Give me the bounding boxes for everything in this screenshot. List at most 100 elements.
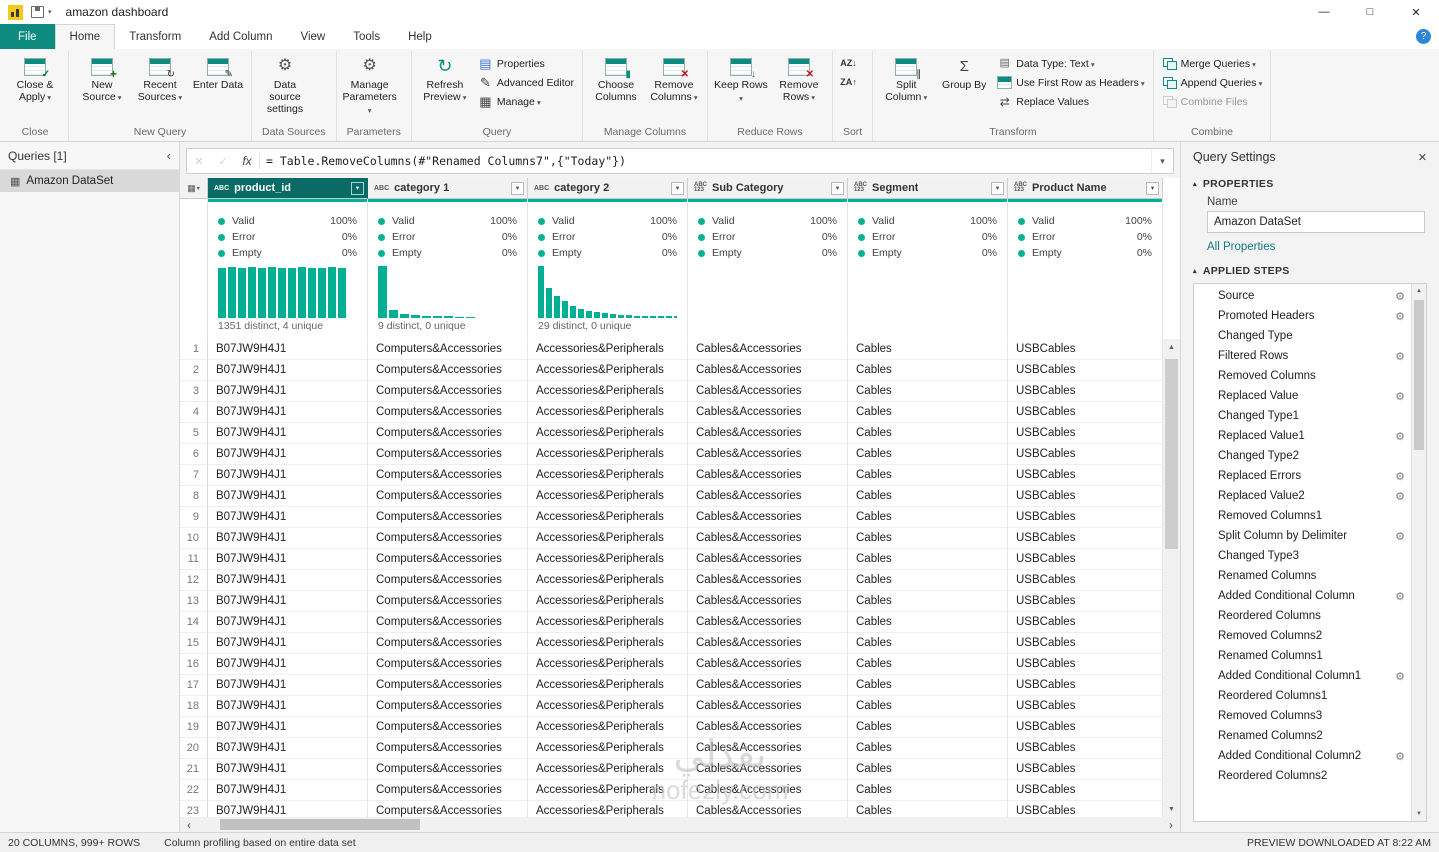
ribbon-button-choose-columns[interactable]: Choose Columns bbox=[587, 52, 645, 103]
table-cell[interactable]: Computers&Accessories bbox=[368, 465, 528, 486]
row-number[interactable]: 7 bbox=[180, 465, 208, 486]
table-cell[interactable]: USBCables bbox=[1008, 465, 1163, 486]
table-cell[interactable]: Cables&Accessories bbox=[688, 465, 848, 486]
vertical-scroll-thumb[interactable] bbox=[1165, 359, 1178, 549]
cancel-formula-button[interactable]: ✕ bbox=[187, 149, 211, 173]
table-cell[interactable]: Cables bbox=[848, 675, 1008, 696]
row-number[interactable]: 23 bbox=[180, 801, 208, 817]
tab-help[interactable]: Help bbox=[394, 24, 446, 49]
table-cell[interactable]: Computers&Accessories bbox=[368, 780, 528, 801]
table-cell[interactable]: Cables&Accessories bbox=[688, 360, 848, 381]
table-cell[interactable]: USBCables bbox=[1008, 675, 1163, 696]
formula-input[interactable]: = Table.RemoveColumns(#"Renamed Columns7… bbox=[266, 154, 1151, 168]
table-cell[interactable]: USBCables bbox=[1008, 486, 1163, 507]
table-cell[interactable]: Cables bbox=[848, 633, 1008, 654]
table-cell[interactable]: Computers&Accessories bbox=[368, 528, 528, 549]
table-cell[interactable]: Cables&Accessories bbox=[688, 780, 848, 801]
step-settings-gear-icon[interactable]: ⚙ bbox=[1395, 590, 1405, 603]
table-cell[interactable]: Cables&Accessories bbox=[688, 612, 848, 633]
scroll-up-button[interactable]: ▲ bbox=[1163, 339, 1180, 355]
row-number[interactable]: 17 bbox=[180, 675, 208, 696]
ribbon-button-advanced-editor[interactable]: Advanced Editor bbox=[474, 73, 578, 92]
table-cell[interactable]: USBCables bbox=[1008, 381, 1163, 402]
table-cell[interactable]: Cables&Accessories bbox=[688, 654, 848, 675]
filter-dropdown-button[interactable]: ▾ bbox=[991, 182, 1004, 195]
tab-file[interactable]: File bbox=[0, 24, 55, 49]
ribbon-button-use-first-row-as-headers[interactable]: Use First Row as Headers ▾ bbox=[993, 73, 1148, 92]
table-cell[interactable]: Computers&Accessories bbox=[368, 444, 528, 465]
quick-access-caret-icon[interactable]: ▾ bbox=[48, 8, 52, 16]
table-cell[interactable]: USBCables bbox=[1008, 612, 1163, 633]
applied-step-removed-columns2[interactable]: Removed Columns2 bbox=[1194, 626, 1411, 646]
table-cell[interactable]: B07JW9H4J1 bbox=[208, 402, 368, 423]
table-cell[interactable]: Cables bbox=[848, 549, 1008, 570]
table-cell[interactable]: Cables&Accessories bbox=[688, 696, 848, 717]
table-cell[interactable]: Computers&Accessories bbox=[368, 717, 528, 738]
applied-steps-section-header[interactable]: ▴ APPLIED STEPS bbox=[1181, 259, 1439, 281]
applied-step-added-conditional-column[interactable]: Added Conditional Column⚙ bbox=[1194, 586, 1411, 606]
table-cell[interactable]: Accessories&Peripherals bbox=[528, 591, 688, 612]
row-number[interactable]: 3 bbox=[180, 381, 208, 402]
table-cell[interactable]: Cables bbox=[848, 402, 1008, 423]
table-cell[interactable]: Cables bbox=[848, 570, 1008, 591]
formula-expand-button[interactable]: ▾ bbox=[1151, 149, 1173, 173]
table-cell[interactable]: Computers&Accessories bbox=[368, 486, 528, 507]
table-cell[interactable]: Accessories&Peripherals bbox=[528, 738, 688, 759]
table-cell[interactable]: Accessories&Peripherals bbox=[528, 549, 688, 570]
filter-dropdown-button[interactable]: ▾ bbox=[511, 182, 524, 195]
ribbon-button-properties[interactable]: Properties bbox=[474, 54, 578, 73]
table-cell[interactable]: B07JW9H4J1 bbox=[208, 444, 368, 465]
applied-step-added-conditional-column2[interactable]: Added Conditional Column2⚙ bbox=[1194, 746, 1411, 766]
table-cell[interactable]: Computers&Accessories bbox=[368, 591, 528, 612]
horizontal-scroll-track[interactable] bbox=[198, 817, 1162, 832]
table-cell[interactable]: Computers&Accessories bbox=[368, 381, 528, 402]
horizontal-scroll-thumb[interactable] bbox=[220, 819, 420, 830]
row-number[interactable]: 14 bbox=[180, 612, 208, 633]
vertical-scroll-track[interactable] bbox=[1163, 355, 1180, 801]
table-cell[interactable]: Computers&Accessories bbox=[368, 801, 528, 817]
maximize-button[interactable]: □ bbox=[1347, 0, 1393, 24]
table-cell[interactable]: Accessories&Peripherals bbox=[528, 465, 688, 486]
applied-step-removed-columns3[interactable]: Removed Columns3 bbox=[1194, 706, 1411, 726]
applied-step-added-conditional-column1[interactable]: Added Conditional Column1⚙ bbox=[1194, 666, 1411, 686]
step-settings-gear-icon[interactable]: ⚙ bbox=[1395, 750, 1405, 763]
applied-step-changed-type3[interactable]: Changed Type3 bbox=[1194, 546, 1411, 566]
applied-step-reordered-columns2[interactable]: Reordered Columns2 bbox=[1194, 766, 1411, 786]
ribbon-button-sort-asc[interactable] bbox=[837, 54, 860, 73]
table-cell[interactable]: B07JW9H4J1 bbox=[208, 570, 368, 591]
table-cell[interactable]: Accessories&Peripherals bbox=[528, 360, 688, 381]
close-panel-icon[interactable]: ✕ bbox=[1418, 151, 1427, 164]
table-cell[interactable]: Cables bbox=[848, 654, 1008, 675]
grid-column-header-category-1[interactable]: ABCcategory 1▾ bbox=[368, 178, 528, 199]
table-cell[interactable]: USBCables bbox=[1008, 759, 1163, 780]
table-cell[interactable]: Cables bbox=[848, 360, 1008, 381]
vertical-scrollbar[interactable]: ▲ ▼ bbox=[1163, 178, 1180, 817]
table-cell[interactable]: Cables bbox=[848, 423, 1008, 444]
filter-dropdown-button[interactable]: ▾ bbox=[1146, 182, 1159, 195]
table-cell[interactable]: Cables bbox=[848, 717, 1008, 738]
row-number[interactable]: 11 bbox=[180, 549, 208, 570]
applied-step-replaced-value1[interactable]: Replaced Value1⚙ bbox=[1194, 426, 1411, 446]
ribbon-button-sort-desc[interactable] bbox=[837, 73, 860, 92]
row-number[interactable]: 2 bbox=[180, 360, 208, 381]
table-cell[interactable]: USBCables bbox=[1008, 801, 1163, 817]
step-settings-gear-icon[interactable]: ⚙ bbox=[1395, 490, 1405, 503]
ribbon-button-split-column[interactable]: Split Column ▾ bbox=[877, 52, 935, 104]
table-cell[interactable]: Computers&Accessories bbox=[368, 339, 528, 360]
table-cell[interactable]: Accessories&Peripherals bbox=[528, 486, 688, 507]
horizontal-scrollbar[interactable]: ‹ › bbox=[180, 817, 1180, 832]
table-cell[interactable]: Accessories&Peripherals bbox=[528, 612, 688, 633]
scroll-left-button[interactable]: ‹ bbox=[180, 817, 198, 832]
table-cell[interactable]: USBCables bbox=[1008, 717, 1163, 738]
table-cell[interactable]: Cables&Accessories bbox=[688, 738, 848, 759]
table-cell[interactable]: Accessories&Peripherals bbox=[528, 633, 688, 654]
table-cell[interactable]: B07JW9H4J1 bbox=[208, 423, 368, 444]
ribbon-button-combine-files[interactable]: Combine Files bbox=[1158, 92, 1267, 111]
table-cell[interactable]: B07JW9H4J1 bbox=[208, 507, 368, 528]
grid-column-header-segment[interactable]: ABC123Segment▾ bbox=[848, 178, 1008, 199]
applied-step-replaced-value[interactable]: Replaced Value⚙ bbox=[1194, 386, 1411, 406]
table-cell[interactable]: Cables&Accessories bbox=[688, 507, 848, 528]
table-cell[interactable]: Cables&Accessories bbox=[688, 381, 848, 402]
applied-step-renamed-columns[interactable]: Renamed Columns bbox=[1194, 566, 1411, 586]
step-settings-gear-icon[interactable]: ⚙ bbox=[1395, 350, 1405, 363]
